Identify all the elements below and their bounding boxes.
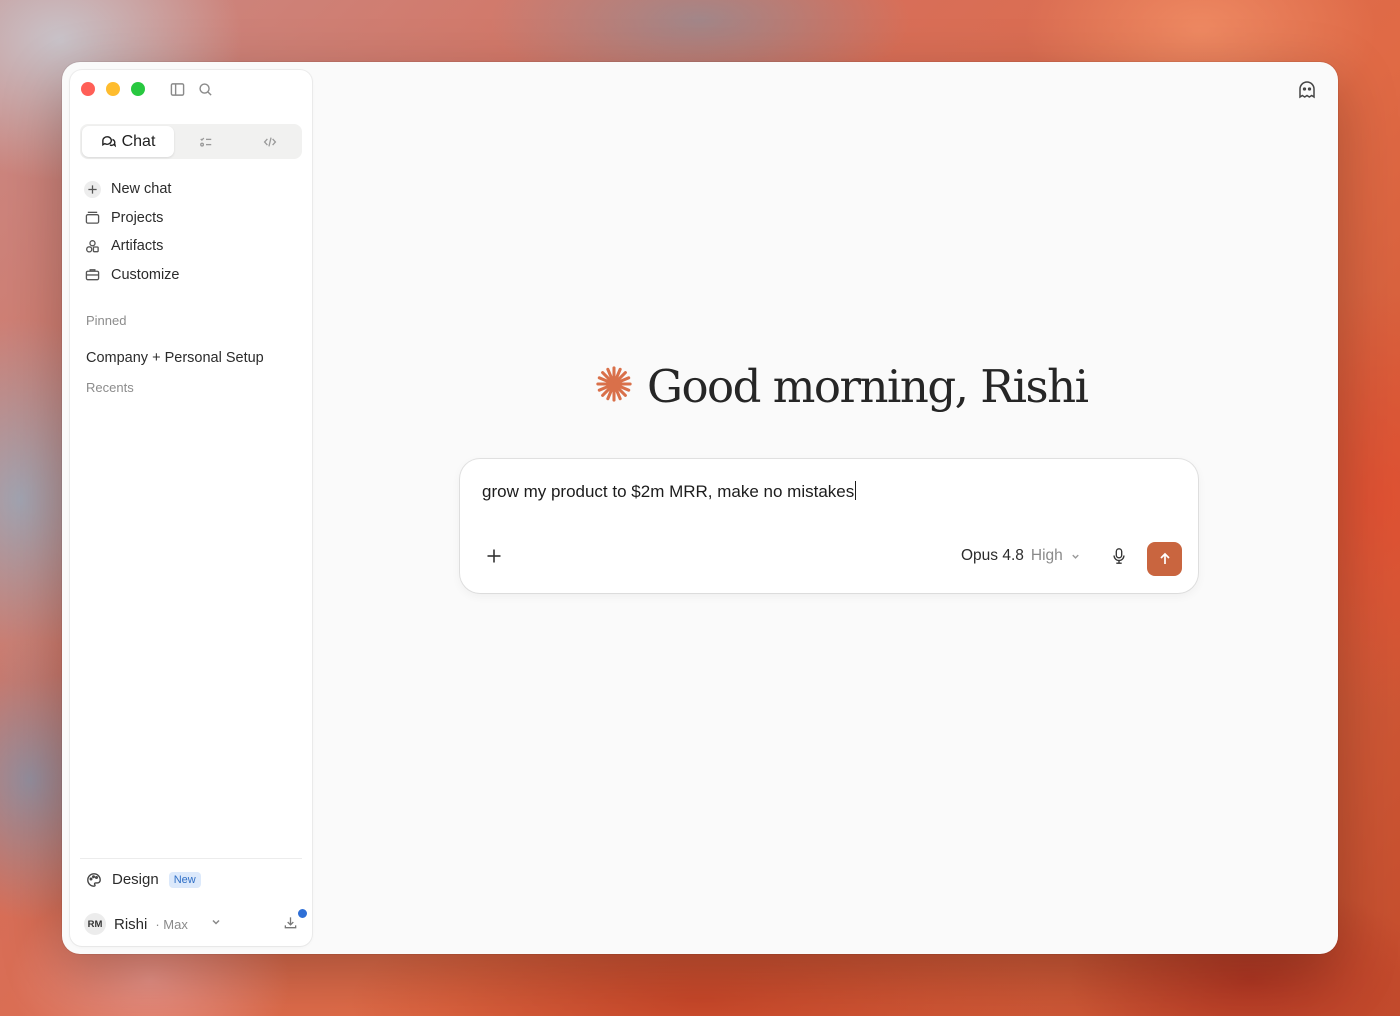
recents-section-label: Recents [86, 380, 134, 395]
search-icon[interactable] [197, 81, 213, 97]
notification-dot [296, 907, 309, 920]
tasks-icon [200, 137, 212, 147]
ghost-icon[interactable] [1297, 80, 1319, 102]
greeting: Good morning, Rishi [595, 360, 1089, 413]
nav-item-label: Customize [111, 266, 180, 283]
send-button[interactable] [1147, 542, 1182, 576]
sidebar-toolbar [169, 81, 213, 97]
arrow-up-icon [1159, 552, 1170, 564]
message-input-text: grow my product to $2m MRR, make no mist… [482, 482, 855, 501]
design-label: Design [112, 871, 159, 888]
new-badge: New [168, 871, 201, 888]
nav-item-label: Artifacts [111, 238, 164, 255]
code-icon [263, 136, 277, 147]
plus-icon [84, 180, 101, 198]
tab-chat[interactable]: Chat [82, 126, 174, 157]
model-name: Opus 4.8 [961, 547, 1024, 564]
attach-button[interactable] [486, 548, 504, 566]
pinned-section-label: Pinned [86, 313, 127, 328]
pinned-chat-item[interactable]: Company + Personal Setup [86, 350, 264, 366]
window-controls [81, 82, 145, 96]
sidebar-item-customize[interactable]: Customize [84, 261, 302, 290]
palette-icon [87, 872, 101, 887]
nav-item-label: New chat [111, 181, 172, 198]
nav-item-label: Projects [111, 209, 164, 226]
plus-icon [487, 549, 501, 563]
chevron-down-icon [1072, 554, 1079, 559]
sidebar-item-projects[interactable]: Projects [84, 204, 302, 233]
design-button[interactable]: Design New [86, 871, 201, 888]
new-chat-button[interactable]: New chat [84, 175, 302, 204]
microphone-icon [1113, 548, 1125, 564]
model-effort: High [1030, 547, 1063, 564]
tab-code[interactable] [238, 126, 302, 157]
account-menu-button[interactable]: RM Rishi · Max [84, 913, 222, 935]
message-composer: grow my product to $2m MRR, make no mist… [460, 459, 1198, 593]
greeting-text: Good morning, Rishi [647, 360, 1089, 413]
tab-tasks[interactable] [174, 126, 238, 157]
avatar: RM [84, 913, 106, 935]
mode-switcher: Chat [80, 124, 302, 159]
microphone-button[interactable] [1110, 547, 1130, 567]
message-input[interactable]: grow my product to $2m MRR, make no mist… [482, 481, 857, 502]
app-window: Chat New chat Projects Artifacts Customi… [62, 62, 1338, 954]
spark-logo-icon [595, 365, 633, 408]
chevron-down-icon [210, 915, 222, 933]
close-window-button[interactable] [81, 82, 95, 96]
sidebar-nav: New chat Projects Artifacts Customize [84, 175, 302, 289]
user-name: Rishi [114, 915, 148, 933]
sidebar-item-artifacts[interactable]: Artifacts [84, 232, 302, 261]
text-caret [855, 481, 857, 500]
sidebar: Chat New chat Projects Artifacts Customi… [70, 70, 312, 946]
minimize-window-button[interactable] [106, 82, 120, 96]
folder-icon [84, 209, 101, 226]
user-plan: · Max [155, 916, 188, 932]
desktop-wallpaper: Chat New chat Projects Artifacts Customi… [0, 0, 1400, 1016]
divider [80, 858, 302, 859]
briefcase-icon [84, 266, 101, 283]
shapes-icon [84, 238, 101, 255]
zoom-window-button[interactable] [131, 82, 145, 96]
tab-chat-label: Chat [121, 132, 156, 150]
model-selector[interactable]: Opus 4.8 High [961, 547, 1081, 565]
chat-bubbles-icon [101, 136, 116, 148]
sidebar-toggle-icon[interactable] [169, 81, 185, 97]
